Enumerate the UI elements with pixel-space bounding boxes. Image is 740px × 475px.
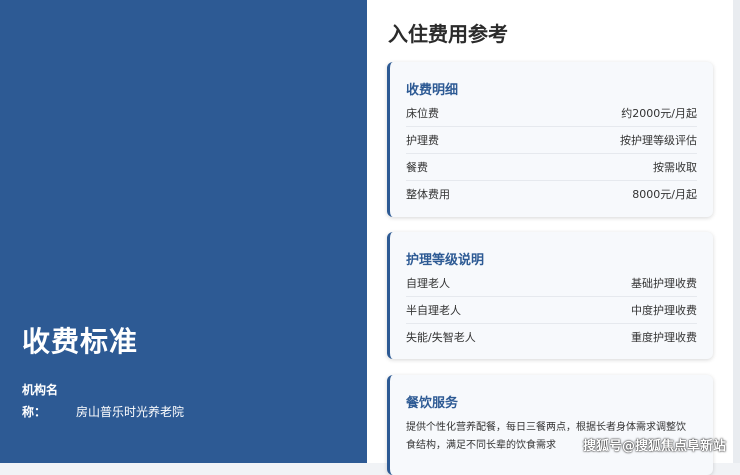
org-label: 机构名 xyxy=(22,383,59,397)
row-label: 自理老人 xyxy=(406,276,450,290)
row-label: 护理费 xyxy=(406,133,439,147)
row-value: 按需收取 xyxy=(653,160,697,174)
fee-row-care: 护理费 按护理等级评估 xyxy=(406,126,697,154)
row-value: 按护理等级评估 xyxy=(620,133,697,147)
org-name: 房山普乐时光养老院 xyxy=(76,405,185,419)
row-label: 失能/失智老人 xyxy=(406,330,476,344)
row-value: 中度护理收费 xyxy=(631,303,697,317)
fee-row-bed: 床位费 约2000元/月起 xyxy=(406,99,697,127)
card-heading: 护理等级说明 xyxy=(406,253,485,268)
scroll-edge xyxy=(733,0,740,463)
row-label: 半自理老人 xyxy=(406,303,461,317)
page-title: 入住费用参考 xyxy=(388,22,508,46)
fee-row-meal: 餐费 按需收取 xyxy=(406,153,697,181)
row-value: 约2000元/月起 xyxy=(621,106,697,120)
care-row-dependent: 失能/失智老人 重度护理收费 xyxy=(406,323,697,350)
org-label-cont: 称： xyxy=(22,405,47,419)
row-label: 餐费 xyxy=(406,160,428,174)
row-label: 床位费 xyxy=(406,106,439,120)
care-row-semi: 半自理老人 中度护理收费 xyxy=(406,296,697,324)
section-title: 收费标准 xyxy=(22,325,139,358)
fee-detail-card: 收费明细 床位费 约2000元/月起 护理费 按护理等级评估 餐费 按需收取 整… xyxy=(387,62,713,217)
left-panel: 收费标准 机构名 称： 房山普乐时光养老院 xyxy=(0,0,367,463)
row-value: 8000元/月起 xyxy=(632,187,697,201)
care-level-card: 护理等级说明 自理老人 基础护理收费 半自理老人 中度护理收费 失能/失智老人 … xyxy=(387,232,713,359)
meal-service-card: 餐饮服务 提供个性化营养配餐，每日三餐两点，根据长者身体需求调整饮 食结构，满足… xyxy=(387,375,713,475)
watermark: 搜狐号@搜狐焦点阜新站 xyxy=(582,439,726,454)
card-heading: 收费明细 xyxy=(406,83,459,98)
fee-row-total: 整体费用 8000元/月起 xyxy=(406,180,697,207)
row-value: 基础护理收费 xyxy=(631,276,697,290)
row-label: 整体费用 xyxy=(406,187,450,201)
fee-panel: 入住费用参考 收费明细 床位费 约2000元/月起 护理费 按护理等级评估 餐费… xyxy=(367,0,733,475)
row-value: 重度护理收费 xyxy=(631,330,697,344)
card-heading: 餐饮服务 xyxy=(406,396,459,411)
care-row-self: 自理老人 基础护理收费 xyxy=(406,269,697,297)
